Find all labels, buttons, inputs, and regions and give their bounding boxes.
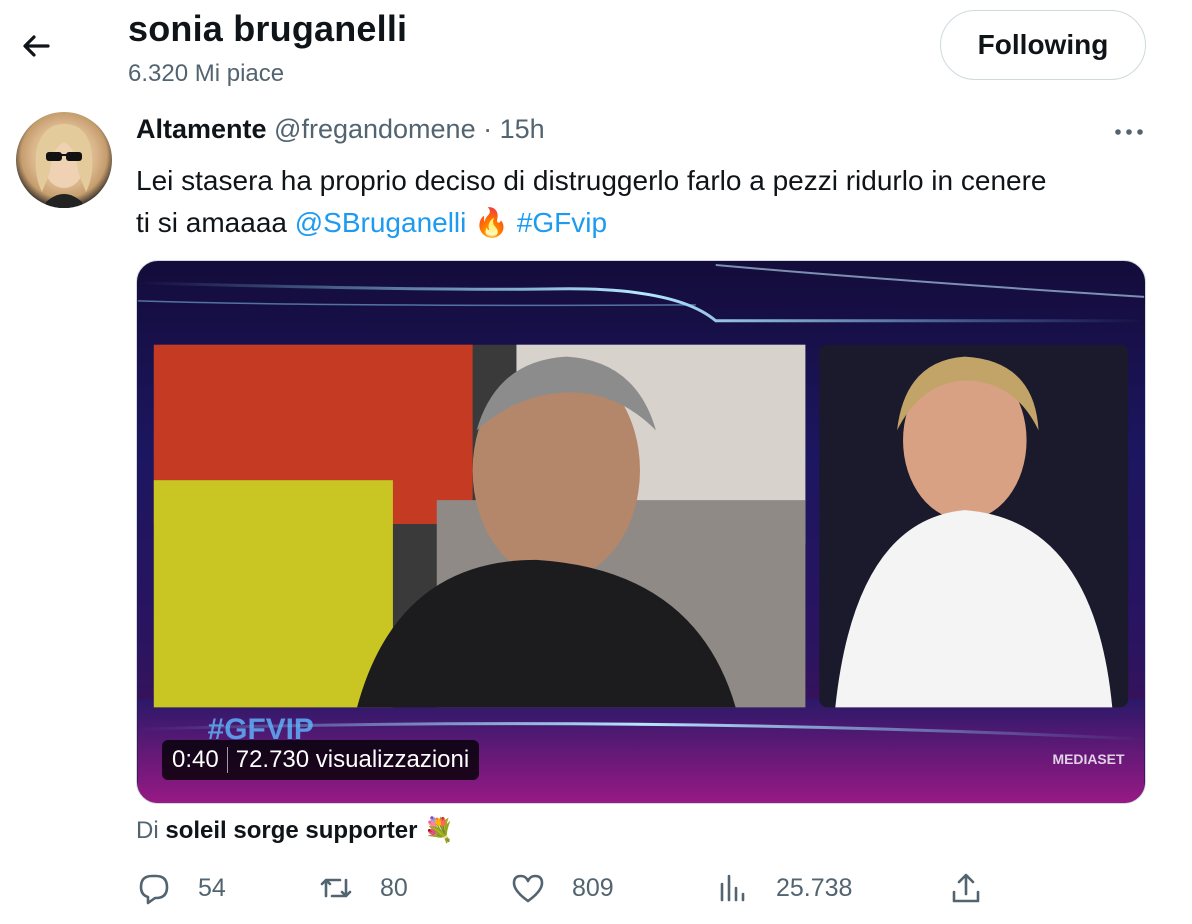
video-duration: 0:40 bbox=[172, 746, 219, 773]
like-count: 809 bbox=[572, 873, 614, 902]
hashtag-link[interactable]: #GFvip bbox=[517, 207, 607, 238]
bouquet-emoji: 💐 bbox=[424, 817, 454, 844]
avatar[interactable] bbox=[16, 112, 112, 208]
community-name[interactable]: soleil sorge supporter bbox=[165, 817, 417, 844]
community-label: Di soleil sorge supporter 💐 bbox=[136, 816, 454, 845]
view-count: 25.738 bbox=[776, 873, 853, 902]
more-button[interactable] bbox=[1110, 118, 1150, 146]
arrow-left-icon bbox=[23, 35, 50, 57]
avatar-image bbox=[35, 124, 93, 208]
tweet-actions: 54 80 809 25.738 bbox=[136, 870, 1146, 916]
tweet-text: Lei stasera ha proprio deciso di distrug… bbox=[136, 160, 1146, 244]
bar-chart-icon bbox=[720, 874, 745, 902]
fire-emoji: 🔥 bbox=[474, 207, 510, 238]
tweet-header: Altamente @fregandomene · 15h bbox=[136, 114, 545, 145]
following-button[interactable]: Following bbox=[940, 10, 1146, 80]
reply-count: 54 bbox=[198, 873, 226, 902]
community-prefix: Di bbox=[136, 817, 159, 844]
badge-separator bbox=[226, 747, 228, 773]
share-icon bbox=[952, 873, 980, 903]
separator-dot: · bbox=[483, 114, 493, 144]
like-button[interactable]: 809 bbox=[510, 870, 614, 906]
video-info-badge: 0:40 72.730 visualizzazioni bbox=[162, 740, 480, 780]
reply-button[interactable]: 54 bbox=[136, 870, 226, 906]
tweet-time[interactable]: 15h bbox=[500, 114, 545, 144]
video-player[interactable]: MEDIASET #GFVIP bbox=[136, 260, 1146, 804]
author-handle[interactable]: @fregandomene bbox=[274, 114, 476, 144]
broadcaster-logo: MEDIASET bbox=[1052, 751, 1125, 767]
retweet-button[interactable]: 80 bbox=[318, 870, 408, 906]
profile-title: sonia bruganelli bbox=[128, 8, 408, 49]
author-name[interactable]: Altamente bbox=[136, 114, 267, 144]
tweet-text-line-1: Lei stasera ha proprio deciso di distrug… bbox=[136, 165, 1047, 196]
back-button[interactable] bbox=[18, 28, 54, 64]
video-views: 72.730 visualizzazioni bbox=[235, 746, 470, 773]
tweet-text-line-2: ti si amaaaa @SBruganelli 🔥 #GFvip bbox=[136, 202, 1146, 244]
retweet-count: 80 bbox=[380, 873, 408, 902]
retweet-icon bbox=[320, 878, 352, 898]
likes-count: 6.320 Mi piace bbox=[128, 60, 285, 87]
mention-link[interactable]: @SBruganelli bbox=[295, 207, 467, 238]
heart-icon bbox=[512, 874, 544, 903]
video-frame: MEDIASET #GFVIP bbox=[137, 263, 1145, 803]
analytics-button[interactable]: 25.738 bbox=[714, 870, 852, 906]
reply-icon bbox=[139, 874, 169, 905]
more-horizontal-icon bbox=[1115, 129, 1143, 135]
tweet-text-prefix: ti si amaaaa bbox=[136, 207, 287, 238]
share-button[interactable] bbox=[948, 870, 984, 906]
